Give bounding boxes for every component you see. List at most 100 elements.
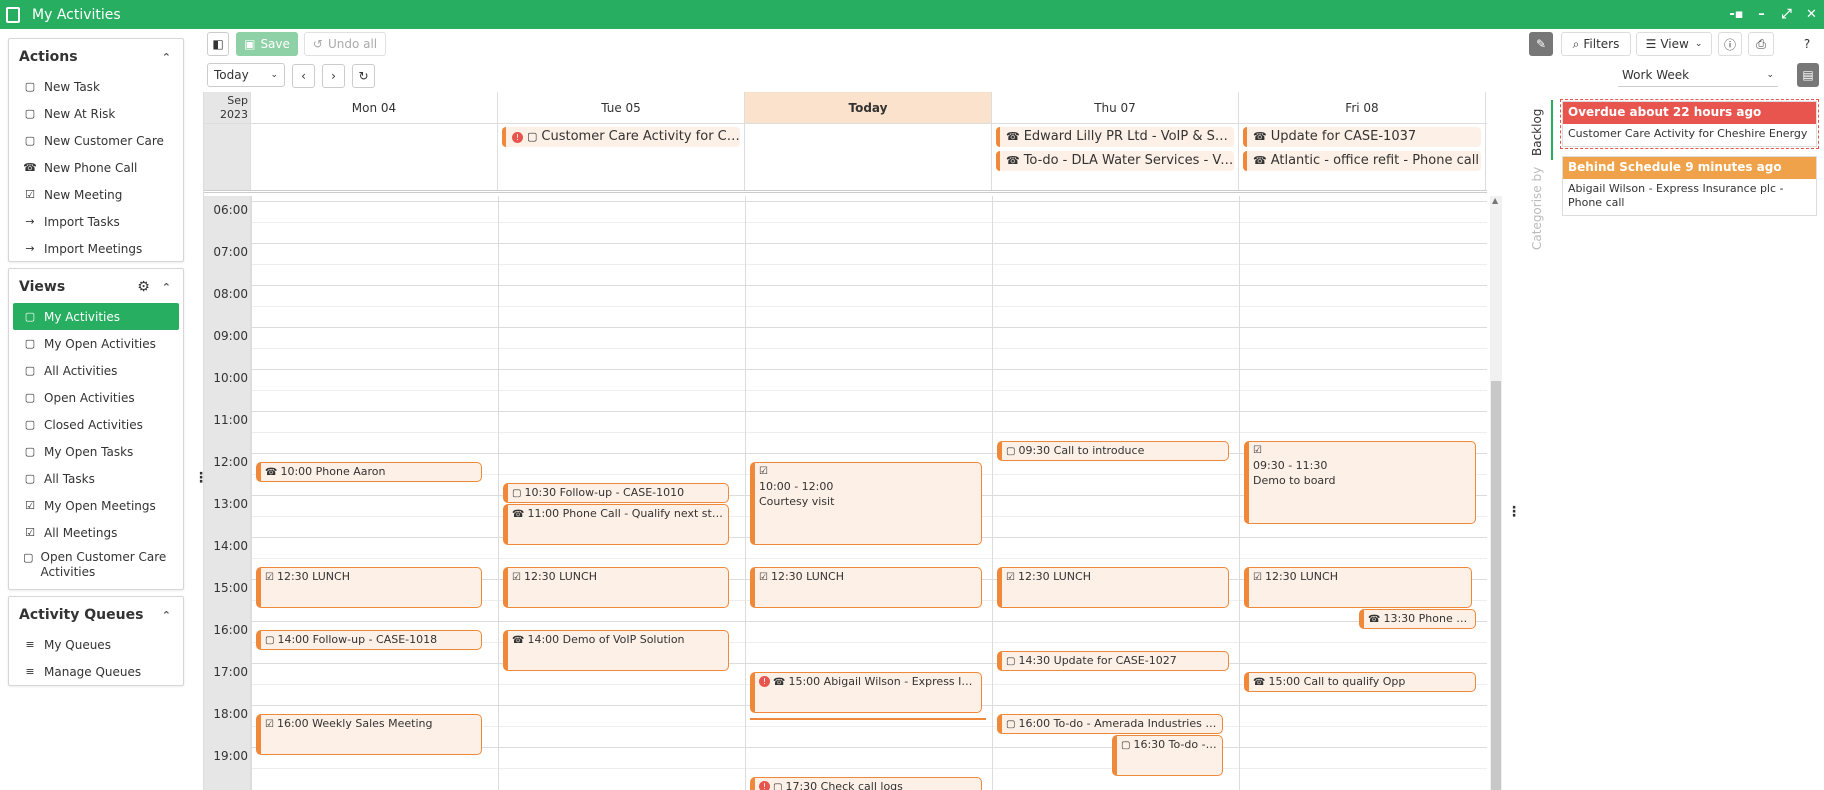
view-closed-activities[interactable]: ▢ Closed Activities [13,411,179,438]
task-icon: ▢ [1006,446,1016,457]
event-phone-qualify[interactable]: ☎ 11:00 Phone Call - Qualify next steps [503,504,729,545]
hour-label: 11:00 [213,413,248,427]
today-select[interactable]: Today ⌄ [207,63,285,87]
event-demo-voip[interactable]: ☎ 14:00 Demo of VoIP Solution [503,630,729,671]
event-todo-1630[interactable]: ▢ 16:30 To-do - ... [1112,735,1223,776]
view-all-meetings[interactable]: ☑ All Meetings [13,519,179,546]
hour-label: 09:00 [213,329,248,343]
close-icon[interactable]: ✕ [1799,7,1824,22]
chevron-left-icon: ‹ [301,69,306,83]
event-follow-up-1018[interactable]: ▢ 14:00 Follow-up - CASE-1018 [256,630,482,650]
all-day-event[interactable]: ☎ Edward Lilly PR Ltd - VoIP & Supp... [996,127,1234,147]
all-day-event[interactable]: ☎ To-do - DLA Water Services - VoIP ... [996,151,1234,171]
action-new-customer-care[interactable]: ▢ New Customer Care [13,127,179,154]
tab-backlog[interactable]: Backlog [1530,109,1544,156]
filters-button[interactable]: ⌕ Filters [1561,32,1631,56]
event-check-call-logs[interactable]: ! ▢ 17:30 Check call logs [750,777,982,790]
action-new-phone-call[interactable]: ☎ New Phone Call [13,154,179,181]
day-header[interactable]: Mon 04 [251,92,498,123]
gear-icon[interactable]: ⚙ [137,279,150,295]
event-lunch[interactable]: ☑ 12:30 LUNCH [750,567,982,608]
action-new-task[interactable]: ▢ New Task [13,73,179,100]
queue-manage-queues[interactable]: ≡ Manage Queues [13,658,179,685]
view-menu-button[interactable]: ☰ View ⌄ [1636,32,1712,56]
all-day-cell[interactable]: ! ▢ Customer Care Activity for Che... [498,124,745,190]
all-day-event[interactable]: ☎ Update for CASE-1037 [1243,127,1481,147]
chevron-up-icon[interactable]: ⌃ [162,281,171,294]
toggle-sidebar-button[interactable]: ◧ [207,32,229,56]
event-demo-board[interactable]: ☑ 09:30 - 11:30 Demo to board [1244,441,1476,524]
all-day-cell[interactable]: ☎ Update for CASE-1037 ☎ Atlantic - office… [1239,124,1486,190]
day-header[interactable]: Tue 05 [498,92,745,123]
info-button[interactable]: ⓘ [1718,32,1742,56]
minimize-icon[interactable]: – [1749,7,1774,22]
view-open-customer-care[interactable]: ▢ Open Customer Care Activities [13,546,179,582]
view-open-activities[interactable]: ▢ Open Activities [13,384,179,411]
event-lunch[interactable]: ☑ 12:30 LUNCH [1244,567,1472,608]
pin-icon[interactable]: ‑▪ [1724,7,1749,22]
scrollbar-thumb[interactable] [1491,381,1501,790]
view-my-open-activities[interactable]: ▢ My Open Activities [13,330,179,357]
action-new-at-risk[interactable]: ▢ New At Risk [13,100,179,127]
chevron-up-icon[interactable]: ⌃ [162,51,171,64]
undo-all-button[interactable]: ↺ Undo all [304,32,386,56]
event-call-introduce[interactable]: ▢ 09:30 Call to introduce [997,441,1229,461]
task-icon: ▢ [1006,719,1016,730]
event-call-qualify[interactable]: ☎ 15:00 Call to qualify Opp [1244,672,1476,692]
queue-my-queues[interactable]: ≡ My Queues [13,631,179,658]
view-my-open-tasks[interactable]: ▢ My Open Tasks [13,438,179,465]
day-header-today[interactable]: Today [745,92,992,123]
event-courtesy-visit[interactable]: ☑ 10:00 - 12:00 Courtesy visit [750,462,982,545]
chevron-down-icon: ⌄ [1694,39,1703,49]
event-abigail-wilson[interactable]: ! ☎ 15:00 Abigail Wilson - Express Ins... [750,672,982,713]
restore-icon[interactable]: ⤢ [1774,7,1799,22]
backlog-card-behind[interactable]: Behind Schedule 9 minutes ago Abigail Wi… [1562,156,1817,216]
all-day-event[interactable]: ☎ Atlantic - office refit - Phone call [1243,151,1481,171]
event-lunch[interactable]: ☑ 12:30 LUNCH [256,567,482,608]
action-new-meeting[interactable]: ☑ New Meeting [13,181,179,208]
view-my-activities[interactable]: ▢ My Activities [13,303,179,330]
day-header[interactable]: Fri 08 [1239,92,1486,123]
refresh-button[interactable]: ↻ [352,64,375,88]
action-import-meetings[interactable]: → Import Meetings [13,235,179,262]
day-header[interactable]: Thu 07 [992,92,1239,123]
calendar-scrollbar[interactable]: ▲ [1490,196,1502,790]
save-icon: ▣ [244,37,256,51]
event-amerada[interactable]: ▢ 16:00 To-do - Amerada Industries - ... [997,714,1223,734]
action-import-tasks[interactable]: → Import Tasks [13,208,179,235]
all-day-cell[interactable] [251,124,498,190]
hour-line [251,663,1487,664]
all-day-cell[interactable]: ☎ Edward Lilly PR Ltd - VoIP & Supp... ☎ T… [992,124,1239,190]
event-phone-1330[interactable]: ☎ 13:30 Phone C... [1359,609,1476,629]
month-corner: Sep 2023 [204,92,251,123]
right-splitter[interactable]: ⋮ [1507,504,1521,520]
half-hour-line [251,222,1487,223]
previous-button[interactable]: ‹ [292,64,315,88]
task-icon: ▢ [24,310,36,323]
event-lunch[interactable]: ☑ 12:30 LUNCH [997,567,1229,608]
tab-categorise-by[interactable]: Categorise by [1530,167,1544,250]
view-all-activities[interactable]: ▢ All Activities [13,357,179,384]
save-button[interactable]: ▣ Save [236,32,298,56]
all-day-cell[interactable] [745,124,992,190]
backlog-card-overdue[interactable]: Overdue about 22 hours ago Customer Care… [1560,99,1819,149]
book-button[interactable]: ▤ [1797,63,1819,87]
print-button[interactable]: ⎙ [1748,32,1774,56]
range-select[interactable]: Work Week ⌄ [1618,63,1778,87]
all-day-row: ! ▢ Customer Care Activity for Che... ☎ Edw… [204,124,1487,193]
all-day-event[interactable]: ! ▢ Customer Care Activity for Che... [502,127,740,147]
task-icon: ▢ [24,80,36,93]
scroll-up-icon[interactable]: ▲ [1492,196,1498,205]
edit-button[interactable]: ✎ [1529,32,1553,56]
event-follow-up-1010[interactable]: ▢ 10:30 Follow-up - CASE-1010 [503,483,729,503]
view-all-tasks[interactable]: ▢ All Tasks [13,465,179,492]
help-button[interactable]: ? [1795,32,1819,56]
next-button[interactable]: › [322,64,345,88]
view-my-open-meetings[interactable]: ☑ My Open Meetings [13,492,179,519]
warning-icon: ! [759,676,770,687]
event-phone-aaron[interactable]: ☎ 10:00 Phone Aaron [256,462,482,482]
event-update-1027[interactable]: ▢ 14:30 Update for CASE-1027 [997,651,1229,671]
event-weekly-sales[interactable]: ☑ 16:00 Weekly Sales Meeting [256,714,482,755]
event-lunch[interactable]: ☑ 12:30 LUNCH [503,567,729,608]
chevron-up-icon[interactable]: ⌃ [162,609,171,622]
